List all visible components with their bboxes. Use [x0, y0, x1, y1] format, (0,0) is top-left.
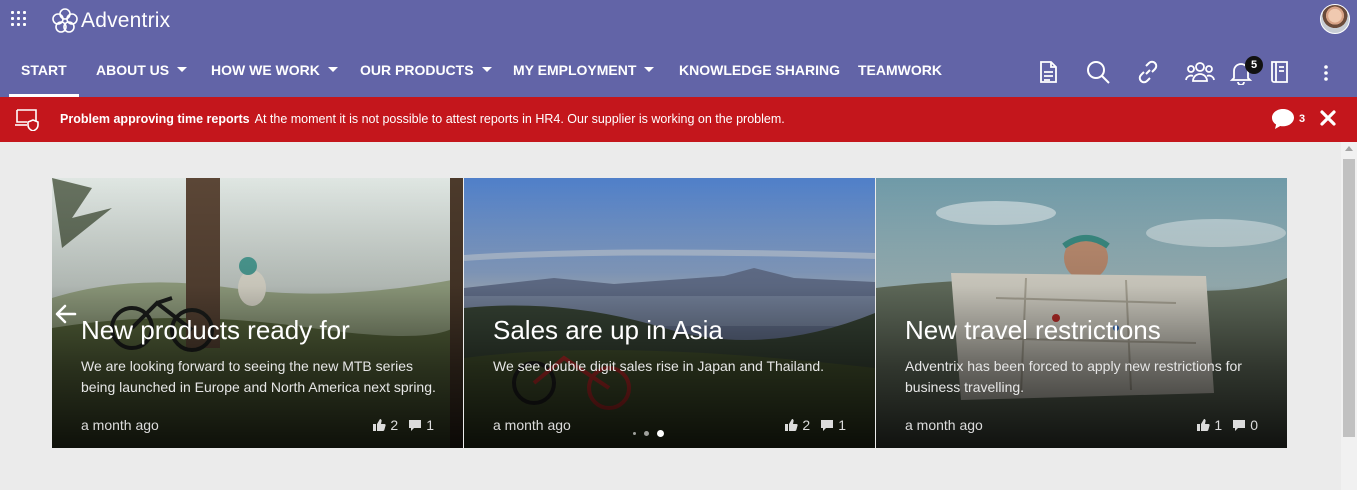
caret-down-icon — [481, 67, 492, 72]
card-title: Sales are up in Asia — [493, 315, 723, 345]
nav-item-label: MY EMPLOYMENT — [513, 61, 637, 78]
card-title: New products ready for — [81, 315, 350, 345]
carousel-prev-arrow-icon[interactable] — [55, 303, 77, 325]
alert-banner: Problem approving time reports At the mom… — [0, 97, 1357, 142]
card-stats: 2 1 — [774, 417, 846, 433]
caret-down-icon — [644, 67, 655, 72]
document-icon[interactable] — [1035, 59, 1061, 85]
likes-count: 1 — [1214, 417, 1223, 433]
comment-icon — [821, 420, 834, 431]
card-date: a month ago — [493, 417, 571, 433]
close-icon[interactable] — [1317, 107, 1339, 129]
vertical-scrollbar[interactable] — [1341, 142, 1357, 490]
logo[interactable]: Adventrix — [51, 8, 170, 34]
nav-item-label: OUR PRODUCTS — [360, 61, 474, 78]
app-launcher-icon[interactable] — [11, 11, 29, 29]
laptop-shield-icon — [15, 109, 39, 131]
nav-item-knowledge-sharing[interactable]: KNOWLEDGE SHARING — [679, 42, 840, 97]
card-description: We see double digit sales rise in Japan … — [493, 358, 825, 374]
book-icon[interactable] — [1267, 59, 1293, 85]
comment-bubble-icon — [1272, 109, 1294, 129]
nav-item-start[interactable]: START — [9, 42, 79, 97]
comments-stat[interactable]: 1 — [820, 417, 846, 433]
comments-count: 1 — [426, 417, 434, 433]
likes-count: 2 — [390, 417, 399, 433]
nav-item-label: KNOWLEDGE SHARING — [679, 61, 840, 78]
carousel-dot-active[interactable] — [657, 430, 664, 437]
carousel-dot[interactable] — [644, 431, 649, 436]
top-bar: Adventrix — [0, 0, 1357, 42]
news-card[interactable]: Sales are up in Asia We see double digit… — [464, 178, 875, 448]
comments-stat[interactable]: 1 — [408, 417, 434, 433]
nav-item-about-us[interactable]: ABOUT US — [96, 42, 188, 97]
nav-item-label: START — [21, 61, 67, 78]
scroll-up-arrow-icon[interactable] — [1345, 146, 1353, 151]
comment-icon — [409, 420, 422, 431]
news-carousel: New products ready for We are looking fo… — [52, 178, 1287, 448]
scroll-thumb[interactable] — [1343, 159, 1355, 437]
nav-item-teamwork[interactable]: TEAMWORK — [858, 42, 942, 97]
card-description: We are looking forward to seeing the new… — [81, 358, 436, 395]
nav-item-label: HOW WE WORK — [211, 61, 320, 78]
notification-badge: 5 — [1245, 56, 1263, 74]
comments-count: 0 — [1250, 417, 1258, 433]
comment-icon — [1233, 420, 1246, 431]
caret-down-icon — [327, 67, 338, 72]
alert-comments-button[interactable]: 3 — [1271, 108, 1305, 130]
logo-text: Adventrix — [81, 9, 171, 32]
thumbs-up-icon — [785, 419, 799, 431]
people-icon[interactable] — [1185, 59, 1215, 85]
nav-item-label: ABOUT US — [96, 61, 170, 78]
likes-count: 2 — [802, 417, 811, 433]
card-date: a month ago — [905, 417, 983, 433]
likes-stat[interactable]: 1 — [1196, 417, 1222, 433]
logo-flower-icon — [52, 8, 78, 33]
news-card[interactable]: New travel restrictions Adventrix has be… — [876, 178, 1287, 448]
likes-stat[interactable]: 2 — [372, 417, 398, 433]
nav-item-how-we-work[interactable]: HOW WE WORK — [211, 42, 338, 97]
news-card[interactable]: New products ready for We are looking fo… — [52, 178, 463, 448]
carousel-dots — [633, 430, 672, 437]
nav-item-label: TEAMWORK — [858, 61, 942, 78]
nav-item-my-employment[interactable]: MY EMPLOYMENT — [513, 42, 655, 97]
alert-text: Problem approving time reports At the mom… — [60, 112, 785, 126]
carousel-dot[interactable] — [633, 432, 636, 435]
card-title: New travel restrictions — [905, 315, 1161, 345]
alert-message: At the moment it is not possible to atte… — [254, 112, 785, 126]
comments-stat[interactable]: 0 — [1232, 417, 1258, 433]
card-date: a month ago — [81, 417, 159, 433]
user-avatar[interactable] — [1320, 4, 1350, 34]
caret-down-icon — [177, 67, 188, 72]
thumbs-up-icon — [373, 419, 387, 431]
nav-item-our-products[interactable]: OUR PRODUCTS — [360, 42, 492, 97]
alert-comment-count: 3 — [1299, 113, 1306, 125]
more-vertical-icon[interactable] — [1314, 59, 1338, 85]
search-icon[interactable] — [1085, 59, 1111, 85]
card-stats: 1 0 — [1186, 417, 1258, 433]
alert-title: Problem approving time reports — [60, 112, 250, 126]
card-stats: 2 1 — [362, 417, 434, 433]
comments-count: 1 — [838, 417, 846, 433]
thumbs-up-icon — [1197, 419, 1211, 431]
card-description: Adventrix has been forced to apply new r… — [905, 358, 1242, 395]
link-icon[interactable] — [1135, 59, 1161, 85]
likes-stat[interactable]: 2 — [784, 417, 810, 433]
